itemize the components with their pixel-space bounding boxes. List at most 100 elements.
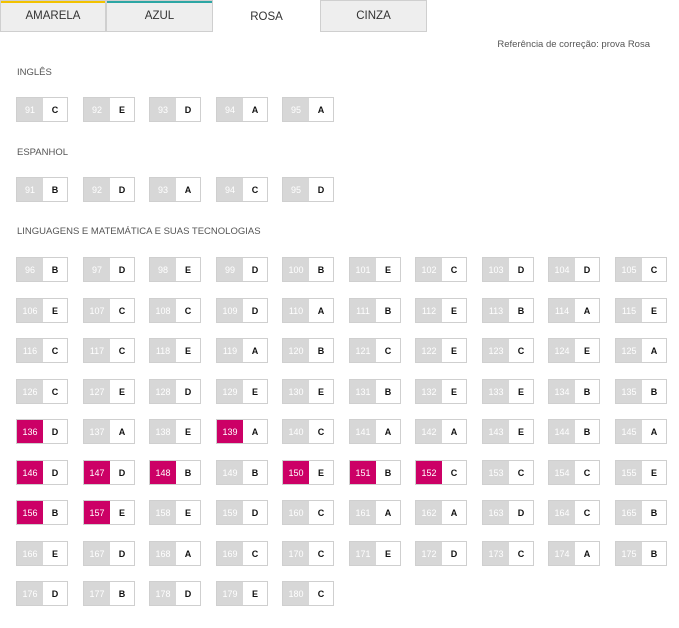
question-number: 159	[217, 501, 243, 524]
answer-letter: A	[583, 548, 591, 559]
question-number: 126	[17, 380, 43, 403]
answer-letter: B	[583, 426, 591, 437]
question-number: 150	[283, 461, 309, 484]
question-number: 122	[416, 339, 442, 362]
answer-letter: B	[384, 467, 392, 478]
answer-letter: D	[450, 548, 458, 559]
answer-letter: E	[650, 305, 657, 316]
answer-letter: C	[118, 345, 126, 356]
answer-letter: A	[317, 104, 325, 115]
answer-card: 143 E	[482, 419, 534, 444]
answer-card: 97 D	[83, 257, 135, 282]
answer-card: 135 B	[615, 379, 667, 404]
question-number: 91	[17, 178, 43, 201]
answer-letter: B	[317, 264, 325, 275]
question-number: 132	[416, 380, 442, 403]
question-number: 110	[283, 299, 309, 322]
answer-card: 104 D	[548, 257, 600, 282]
answer-card: 121 C	[349, 338, 401, 363]
answer-card: 120 B	[282, 338, 334, 363]
answer-card: 113 B	[482, 298, 534, 323]
answer-card: 150 E	[282, 460, 334, 485]
answer-letter: E	[384, 264, 391, 275]
answer-card: 145 A	[615, 419, 667, 444]
answer-letter: C	[517, 467, 525, 478]
answer-letter: D	[51, 467, 59, 478]
question-number: 176	[17, 582, 43, 605]
question-number: 96	[17, 258, 43, 281]
question-number: 177	[84, 582, 110, 605]
answer-letter: C	[650, 264, 658, 275]
question-number: 157	[84, 501, 110, 524]
answer-card: 92 D	[83, 177, 135, 202]
answer-letter: C	[51, 104, 59, 115]
question-number: 108	[150, 299, 176, 322]
answer-letter: E	[51, 305, 58, 316]
answer-letter: E	[317, 467, 324, 478]
answer-letter: D	[118, 264, 126, 275]
answer-letter: C	[317, 426, 325, 437]
answer-letter: E	[184, 507, 191, 518]
answer-letter: D	[184, 588, 192, 599]
question-number: 146	[17, 461, 43, 484]
answer-card: 124 E	[548, 338, 600, 363]
tab-label: CINZA	[356, 10, 391, 22]
question-number: 147	[84, 461, 110, 484]
answer-card: 158 E	[149, 500, 201, 525]
question-number: 92	[84, 98, 110, 121]
answer-card: 138 E	[149, 419, 201, 444]
answer-card: 96 B	[16, 257, 68, 282]
question-number: 174	[549, 542, 575, 565]
tab-azul[interactable]: AZUL	[106, 0, 213, 32]
answer-letter: E	[450, 305, 457, 316]
question-number: 123	[483, 339, 509, 362]
answer-card: 106 E	[16, 298, 68, 323]
answer-letter: A	[184, 548, 192, 559]
answer-letter: B	[384, 386, 392, 397]
answer-card: 159 D	[216, 500, 268, 525]
answer-card: 91 C	[16, 97, 68, 122]
tab-cinza[interactable]: CINZA	[320, 0, 427, 32]
answer-letter: C	[184, 305, 192, 316]
question-number: 153	[483, 461, 509, 484]
tab-amarela[interactable]: AMARELA	[0, 0, 106, 32]
answer-letter: E	[184, 345, 191, 356]
question-number: 163	[483, 501, 509, 524]
answer-letter: E	[184, 426, 191, 437]
answer-card: 91 B	[16, 177, 68, 202]
question-number: 124	[549, 339, 575, 362]
answer-card: 173 C	[482, 541, 534, 566]
answer-card: 162 A	[415, 500, 467, 525]
question-number: 133	[483, 380, 509, 403]
question-number: 106	[17, 299, 43, 322]
answer-card: 98 E	[149, 257, 201, 282]
tab-rosa[interactable]: ROSA	[213, 0, 320, 33]
answer-letter: D	[517, 507, 525, 518]
answer-card: 140 C	[282, 419, 334, 444]
answer-card: 132 E	[415, 379, 467, 404]
question-number: 95	[283, 98, 309, 121]
question-number: 158	[150, 501, 176, 524]
question-number: 171	[350, 542, 376, 565]
answer-letter: C	[251, 184, 259, 195]
answer-letter: A	[251, 345, 259, 356]
question-number: 97	[84, 258, 110, 281]
question-number: 170	[283, 542, 309, 565]
question-number: 100	[283, 258, 309, 281]
answer-letter: A	[251, 104, 259, 115]
answer-card: 109 D	[216, 298, 268, 323]
answer-letter: C	[384, 345, 392, 356]
question-number: 148	[150, 461, 176, 484]
answer-letter: E	[251, 386, 258, 397]
question-number: 166	[17, 542, 43, 565]
question-number: 94	[217, 98, 243, 121]
question-number: 172	[416, 542, 442, 565]
answer-card: 103 D	[482, 257, 534, 282]
answer-card: 127 E	[83, 379, 135, 404]
answer-letter: B	[118, 588, 126, 599]
answer-card: 93 D	[149, 97, 201, 122]
answer-card: 176 D	[16, 581, 68, 606]
question-number: 131	[350, 380, 376, 403]
question-number: 103	[483, 258, 509, 281]
question-number: 164	[549, 501, 575, 524]
